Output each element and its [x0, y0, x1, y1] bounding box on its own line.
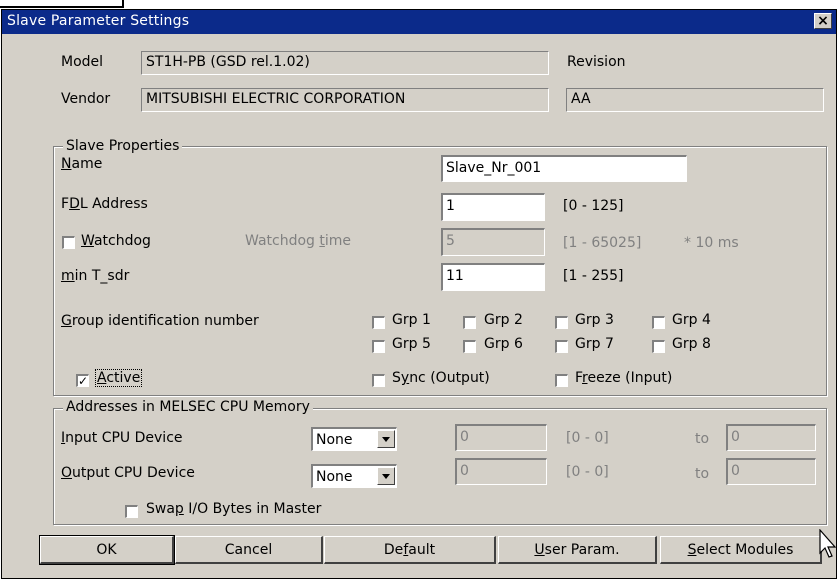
grp2-checkbox[interactable] [463, 316, 476, 329]
min-tsdr-range: [1 - 255] [563, 268, 624, 284]
output-start-address[interactable]: 0 [455, 458, 547, 485]
name-label: Name [61, 156, 103, 172]
freeze-label: Freeze (Input) [575, 370, 673, 386]
chevron-down-icon[interactable] [377, 467, 395, 485]
vendor-label: Vendor [61, 91, 111, 107]
user-param-button[interactable]: User Param. [498, 536, 657, 564]
model-label: Model [61, 54, 104, 70]
output-range: [0 - 0] [566, 464, 609, 480]
name-input[interactable]: Slave_Nr_001 [441, 155, 687, 182]
addresses-legend: Addresses in MELSEC CPU Memory [63, 399, 313, 415]
grp2-label: Grp 2 [484, 312, 523, 328]
swap-io-checkbox[interactable] [125, 505, 138, 518]
output-end-address[interactable]: 0 [726, 458, 816, 485]
input-to-label: to [695, 431, 710, 447]
active-label: Active [94, 369, 143, 387]
slave-properties-group [53, 146, 827, 396]
grp1-checkbox[interactable] [372, 316, 385, 329]
chevron-down-icon[interactable] [377, 430, 395, 448]
grp3-label: Grp 3 [575, 312, 614, 328]
input-cpu-device-value: None [316, 432, 353, 448]
close-button[interactable]: × [814, 13, 832, 29]
output-cpu-device-value: None [316, 469, 353, 485]
grp3-checkbox[interactable] [555, 316, 568, 329]
revision-label: Revision [567, 54, 626, 70]
min-tsdr-input[interactable]: 11 [441, 263, 545, 291]
group-id-label: Group identification number [61, 313, 259, 329]
ok-button[interactable]: OK [39, 535, 175, 565]
model-field: ST1H-PB (GSD rel.1.02) [141, 51, 549, 75]
watchdog-checkbox[interactable] [62, 236, 75, 249]
fdl-address-label: FDL Address [61, 196, 148, 212]
active-checkbox[interactable]: ✓ [76, 374, 89, 387]
output-to-label: to [695, 466, 710, 482]
sync-label: Sync (Output) [392, 370, 490, 386]
watchdog-time-label: Watchdog time [245, 233, 352, 249]
output-cpu-device-label: Output CPU Device [61, 465, 195, 481]
grp4-label: Grp 4 [672, 312, 711, 328]
freeze-checkbox[interactable] [555, 374, 568, 387]
grp8-label: Grp 8 [672, 336, 711, 352]
input-cpu-device-label: Input CPU Device [61, 430, 183, 446]
vendor-field: MITSUBISHI ELECTRIC CORPORATION [141, 88, 549, 112]
swap-io-label: Swap I/O Bytes in Master [146, 501, 322, 517]
sync-checkbox[interactable] [372, 374, 385, 387]
default-button[interactable]: De f ault [324, 536, 496, 564]
grp5-label: Grp 5 [392, 336, 431, 352]
grp7-checkbox[interactable] [555, 340, 568, 353]
watchdog-label: Watchdog [81, 233, 151, 249]
input-cpu-device-select[interactable]: None [311, 427, 397, 451]
watchdog-time-unit: * 10 ms [684, 235, 739, 251]
grp1-label: Grp 1 [392, 312, 431, 328]
input-start-address[interactable]: 0 [455, 424, 547, 451]
watchdog-time-range: [1 - 65025] [563, 235, 642, 251]
grp5-checkbox[interactable] [372, 340, 385, 353]
fdl-address-range: [0 - 125] [563, 198, 624, 214]
output-cpu-device-select[interactable]: None [311, 464, 397, 488]
mouse-pointer-icon [819, 529, 837, 558]
input-end-address[interactable]: 0 [726, 424, 816, 451]
input-range: [0 - 0] [566, 430, 609, 446]
min-tsdr-label: min T_sdr [61, 268, 130, 284]
window-title: Slave Parameter Settings [7, 13, 190, 29]
grp4-checkbox[interactable] [652, 316, 665, 329]
grp6-label: Grp 6 [484, 336, 523, 352]
fdl-address-input[interactable]: 1 [441, 193, 545, 221]
title-bar[interactable]: Slave Parameter Settings × [2, 10, 836, 34]
revision-field: AA [566, 88, 824, 112]
grp8-checkbox[interactable] [652, 340, 665, 353]
close-icon: × [817, 13, 829, 29]
watchdog-time-input[interactable]: 5 [441, 228, 545, 256]
background-window-fragment [0, 0, 124, 8]
grp7-label: Grp 7 [575, 336, 614, 352]
grp6-checkbox[interactable] [463, 340, 476, 353]
cancel-button[interactable]: Cancel [175, 536, 323, 564]
select-modules-button[interactable]: Select Modules [660, 536, 822, 564]
slave-properties-legend: Slave Properties [63, 138, 183, 154]
